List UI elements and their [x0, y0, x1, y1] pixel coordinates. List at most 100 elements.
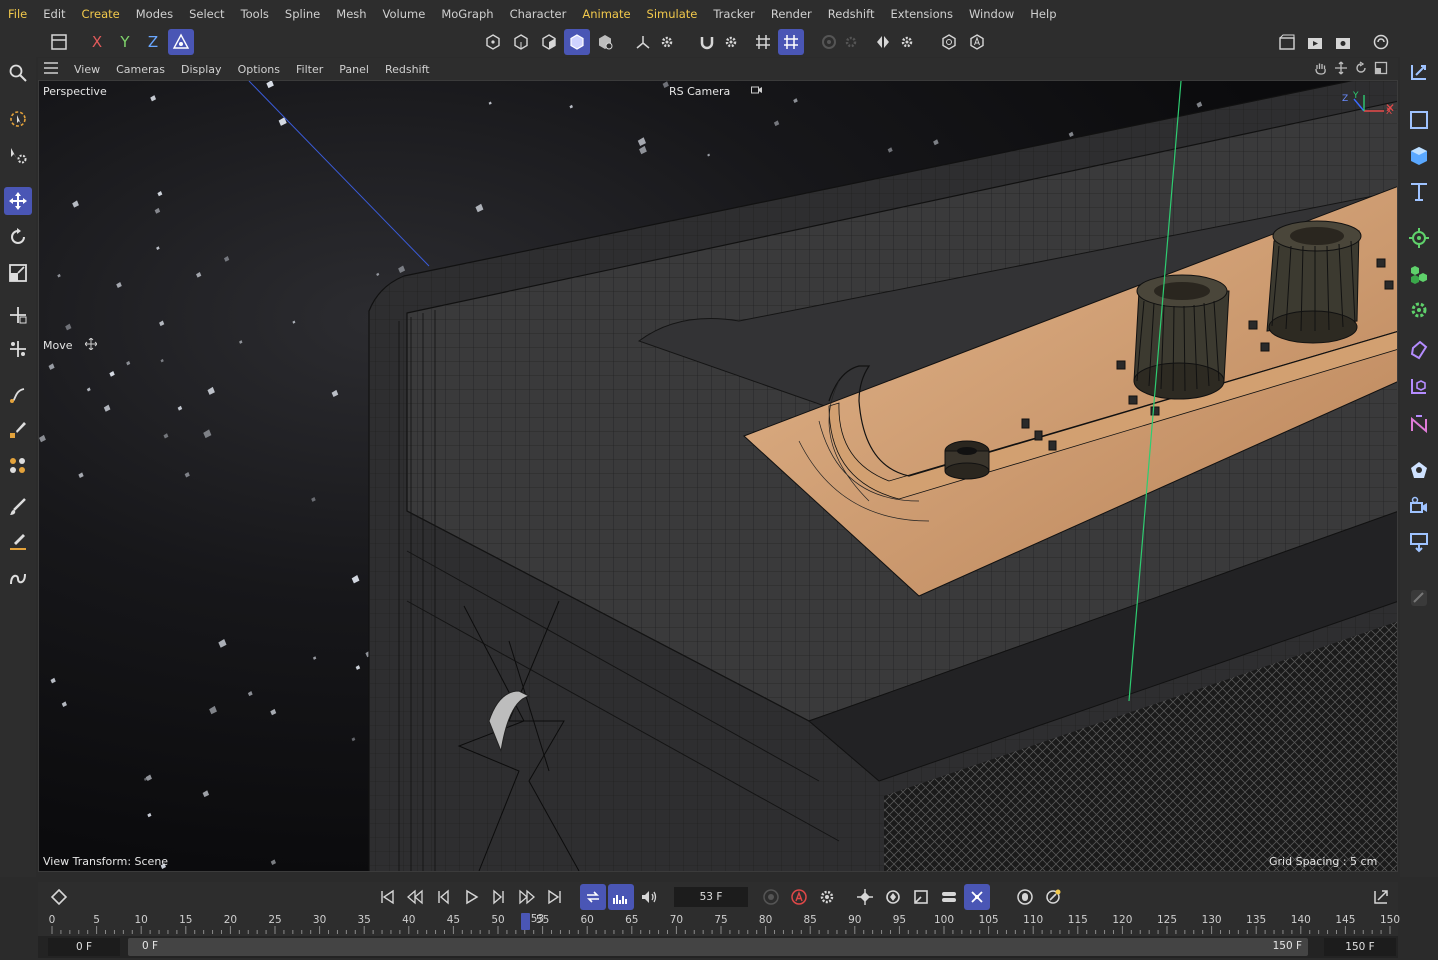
rectangle-icon[interactable] [1404, 105, 1434, 135]
viewport-perspective[interactable]: Z Y X Perspective RS Camera Move View Tr… [38, 80, 1398, 872]
hamburger-icon[interactable] [38, 61, 66, 77]
axis-z-toggle[interactable]: Z [140, 29, 166, 55]
menu-select[interactable]: Select [181, 7, 232, 21]
maximize-icon[interactable] [1374, 61, 1388, 78]
deformer-icon[interactable] [1404, 335, 1434, 365]
light-icon[interactable] [1404, 527, 1434, 557]
menu-character[interactable]: Character [502, 7, 575, 21]
render-camera-label[interactable]: RS Camera [669, 85, 730, 98]
viewport-menu-display[interactable]: Display [173, 63, 230, 76]
menu-animate[interactable]: Animate [574, 7, 638, 21]
generator-icon[interactable] [1404, 295, 1434, 325]
key-scale-icon[interactable] [908, 884, 934, 910]
auto-keying-icon[interactable] [608, 884, 634, 910]
menu-simulate[interactable]: Simulate [639, 7, 706, 21]
brush-icon[interactable] [4, 493, 32, 521]
motion-record-icon[interactable] [1012, 884, 1038, 910]
gear-icon[interactable] [718, 29, 744, 55]
autokey-icon[interactable] [786, 884, 812, 910]
gear-icon[interactable] [894, 29, 920, 55]
record-icon[interactable] [758, 884, 784, 910]
motion-system-icon[interactable] [1040, 884, 1066, 910]
menu-tracker[interactable]: Tracker [705, 7, 763, 21]
menu-mesh[interactable]: Mesh [328, 7, 374, 21]
gear-icon[interactable] [814, 884, 840, 910]
edge-icon[interactable] [4, 527, 32, 555]
close-icon[interactable]: ✕ [1385, 101, 1395, 115]
menu-mograph[interactable]: MoGraph [433, 7, 501, 21]
point-icon[interactable] [4, 415, 32, 443]
timeline-ruler[interactable]: 0 5 10 15 20 25 30 35 40 45 50 55 60 65 70 75 80 85 90 95 10… [38, 912, 1400, 936]
menu-tools[interactable]: Tools [233, 7, 277, 21]
viewport-menu-cameras[interactable]: Cameras [108, 63, 173, 76]
menu-file[interactable]: File [0, 7, 35, 21]
effector-icon[interactable] [1404, 259, 1434, 289]
null-object-icon[interactable] [1404, 57, 1434, 87]
key-position-icon[interactable] [852, 884, 878, 910]
coordinate-system-icon[interactable] [168, 29, 194, 55]
menu-help[interactable]: Help [1022, 7, 1064, 21]
sync-icon[interactable] [1368, 29, 1394, 55]
render-settings-icon[interactable] [1330, 29, 1356, 55]
polygon-icon[interactable] [4, 451, 32, 479]
axis-x-toggle[interactable]: X [84, 29, 110, 55]
viewport-menu-filter[interactable]: Filter [288, 63, 331, 76]
render-view-icon[interactable] [1274, 29, 1300, 55]
edges-mode-icon[interactable] [508, 29, 534, 55]
axis-lock-icon[interactable] [964, 29, 990, 55]
gear-icon[interactable] [838, 29, 864, 55]
rotate-icon[interactable] [4, 223, 32, 251]
viewport-menu-view[interactable]: View [66, 63, 108, 76]
transform-icon[interactable] [4, 301, 32, 329]
current-frame-field[interactable]: 53 F [674, 887, 748, 907]
timeline-expand-icon[interactable] [1368, 884, 1394, 910]
scale-icon[interactable] [4, 259, 32, 287]
next-key-icon[interactable] [514, 884, 540, 910]
previous-key-icon[interactable] [402, 884, 428, 910]
camera-icon[interactable] [1404, 491, 1434, 521]
viewport-menu-redshift[interactable]: Redshift [377, 63, 438, 76]
max-time-field[interactable]: 150 F [1324, 938, 1396, 956]
go-to-end-icon[interactable] [542, 884, 568, 910]
key-pla-icon[interactable] [964, 884, 990, 910]
mograph-cloner-icon[interactable] [1404, 223, 1434, 253]
grid-snap-icon[interactable] [750, 29, 776, 55]
go-to-start-icon[interactable] [374, 884, 400, 910]
menu-render[interactable]: Render [763, 7, 820, 21]
viewport-menu-panel[interactable]: Panel [331, 63, 377, 76]
rotate-view-icon[interactable] [1354, 60, 1368, 78]
live-selection-icon[interactable] [4, 105, 32, 133]
next-frame-icon[interactable] [486, 884, 512, 910]
viewport-menu-options[interactable]: Options [230, 63, 288, 76]
text-icon[interactable] [1404, 177, 1434, 207]
symmetry-icon[interactable] [870, 29, 896, 55]
playhead[interactable] [520, 913, 530, 930]
polygons-mode-icon[interactable] [536, 29, 562, 55]
points-mode-icon[interactable] [480, 29, 506, 55]
layout-icon[interactable] [46, 29, 72, 55]
magnet-icon[interactable] [694, 29, 720, 55]
key-rotation-icon[interactable] [880, 884, 906, 910]
spline-icon[interactable] [4, 565, 32, 593]
solo-icon[interactable] [936, 29, 962, 55]
axis-y-toggle[interactable]: Y [112, 29, 138, 55]
previous-frame-icon[interactable] [430, 884, 456, 910]
menu-create[interactable]: Create [74, 7, 128, 21]
move-icon[interactable] [4, 187, 32, 215]
keyframe-diamond-icon[interactable] [46, 884, 72, 910]
search-icon[interactable] [4, 59, 32, 87]
field-icon[interactable] [1404, 371, 1434, 401]
snap-icon[interactable] [4, 335, 32, 363]
menu-redshift[interactable]: Redshift [820, 7, 883, 21]
menu-window[interactable]: Window [961, 7, 1022, 21]
axis-mode-icon[interactable] [630, 29, 656, 55]
min-time-field[interactable]: 0 F [48, 938, 120, 956]
menu-extensions[interactable]: Extensions [882, 7, 960, 21]
range-slider[interactable]: 0 F 150 F [128, 938, 1308, 956]
workplane-icon[interactable] [778, 29, 804, 55]
camera-icon[interactable] [751, 85, 763, 98]
model-mode-icon[interactable] [564, 29, 590, 55]
uv-mode-icon[interactable] [592, 29, 618, 55]
move-view-icon[interactable] [1334, 61, 1348, 78]
render-picture-viewer-icon[interactable] [1302, 29, 1328, 55]
